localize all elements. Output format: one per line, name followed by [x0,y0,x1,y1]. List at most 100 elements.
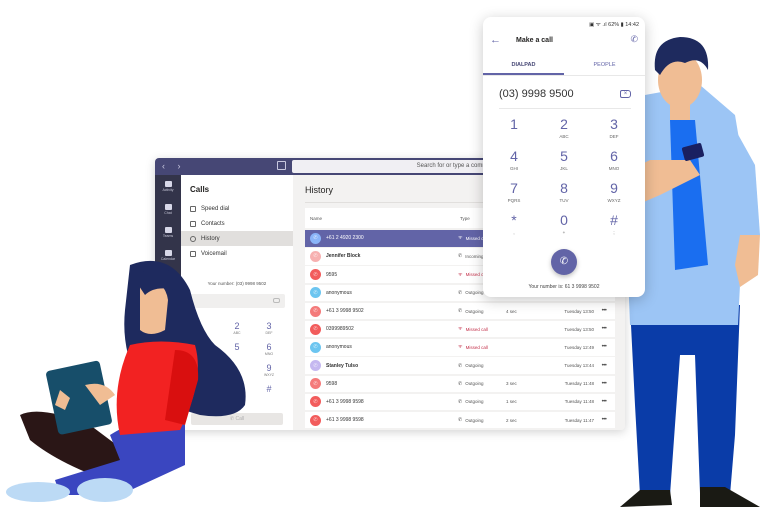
backspace-icon[interactable]: × [620,90,631,98]
stage: ‹ › Search for or type a command Activit… [0,0,768,515]
avatar: ✆ [310,232,321,244]
backspace-icon[interactable] [273,298,280,303]
mobile-app-window: ▣ ᯤ .ıl 62% ▮ 14:42 ← Make a call ✆ DIAL… [483,17,645,297]
key-digit: 7 [510,180,518,196]
dial-key[interactable]: 6 MNO [589,147,639,175]
call-time: Tuesday 11:48 [564,399,594,405]
avatar: ✆ [310,287,321,299]
call-park-icon[interactable]: ✆ [630,34,638,45]
key-letters: WXYZ [607,198,621,203]
dial-key[interactable]: 4 GHI [489,147,539,175]
compose-icon[interactable] [277,161,286,170]
call-time: Tuesday 11:48 [564,381,594,387]
calls-title: Calls [190,185,210,194]
more-options-icon[interactable]: ••• [594,344,614,350]
call-type: ✆ Outgoing [458,308,506,314]
caller-name: +61 3 9998 9598 [326,417,364,424]
phone-dialpad: 1 2 ABC 3 DEF 4 GHI 5 JKL 6 MNO 7 PQRS 8 TUV 9 WXYZ *, 0 + #… [489,115,639,239]
nav-speed-dial[interactable]: Speed dial [181,201,293,216]
status-bar: ▣ ᯤ .ıl 62% ▮ 14:42 [589,22,639,28]
table-row[interactable]: ✆ +61 3 9998 9598 ✆ Outgoing 1 sec Tuesday 11… [305,393,615,411]
rail-item-activity[interactable]: Activity [155,175,181,198]
key-digit: # [610,212,618,228]
tab-people[interactable]: PEOPLE [564,57,645,75]
avatar: ✆ [310,360,321,372]
call-type: ✆ Outgoing [458,399,506,405]
phone-icon: ✆ [559,256,569,267]
dial-key[interactable]: 0 + [539,211,589,239]
caller-name: +61 2 4920 2300 [326,235,364,242]
teams-icon [164,227,172,233]
table-row[interactable]: ✆ +61 3 9998 9502 ✆ Outgoing 4 sec Tuesday 13… [305,302,615,320]
rail-label: Teams [162,234,174,238]
key-digit: # [266,384,272,394]
call-direction-icon: ✆ [458,362,463,369]
dial-key[interactable]: 8 TUV [539,179,589,207]
key-letters: ; [613,230,615,235]
key-letters: + [562,230,566,235]
rail-item-chat[interactable]: Chat [155,198,181,221]
back-forward-arrows-icon[interactable]: ‹ › [162,161,186,171]
call-time: Tuesday 13:44 [564,363,594,369]
key-letters: TUV [559,198,569,203]
number-input[interactable]: (03) 9998 9500 [499,88,574,100]
avatar: ✆ [310,414,321,426]
more-options-icon[interactable]: ••• [594,417,614,423]
dial-key[interactable]: 5 JKL [539,147,589,175]
dial-key[interactable]: 2 ABC [539,115,589,143]
call-duration: 4 sec [506,308,517,314]
key-digit: 3 [266,321,272,331]
missed-call-icon: ᯤ [458,344,463,351]
table-row[interactable]: ✆ 9598 ✆ Outgoing 3 sec Tuesday 11:48 ••• [305,375,615,392]
dial-key[interactable]: 1 [489,115,539,143]
table-row[interactable]: ✆ anonymous ᯤ Missed call Tuesday 12:49 ••• [305,339,615,356]
key-letters: PQRS [507,198,521,203]
woman-illustration [6,260,246,502]
contacts-icon [190,220,196,227]
key-digit: 4 [510,148,518,164]
call-type-label: Missed call [465,344,488,350]
dial-key[interactable]: *, [489,211,539,239]
nav-contacts[interactable]: Contacts [181,216,293,231]
more-options-icon[interactable]: ••• [594,326,614,332]
call-type-label: Incoming [465,253,484,259]
nav-label: Contacts [201,220,225,227]
dial-key[interactable]: 9 WXYZ [589,179,639,207]
rail-item-teams[interactable]: Teams [155,221,181,244]
rail-label: Chat [164,211,172,215]
key-letters: JKL [560,166,568,171]
call-duration: 1 sec [506,399,517,405]
key-digit: 9 [266,363,272,373]
dial-key[interactable]: 3 DEF [589,115,639,143]
call-time: Tuesday 13:50 [564,326,594,332]
more-options-icon[interactable]: ••• [594,363,614,369]
column-type: Type [460,215,470,221]
call-button[interactable]: ✆ [551,249,577,275]
key-letters: ABC [559,134,569,139]
more-options-icon[interactable]: ••• [594,399,614,405]
tab-dialpad[interactable]: DIALPAD [483,57,564,75]
key-digit: 0 [560,212,568,228]
table-row[interactable]: ✆ +61 3 9998 9598 ✆ Outgoing 2 sec Tuesday 11… [305,411,615,429]
dial-key[interactable]: 7 PQRS [489,179,539,207]
column-name: Name [310,215,323,221]
nav-label: History [201,235,220,242]
call-direction-icon: ✆ [458,417,463,424]
chat-icon [164,204,172,210]
avatar: ✆ [310,323,321,335]
avatar: ✆ [310,378,321,390]
missed-call-icon: ᯤ [458,235,463,242]
more-options-icon[interactable]: ••• [594,381,614,387]
divider [499,108,631,109]
more-options-icon[interactable]: ••• [594,308,614,314]
dial-key[interactable]: #; [589,211,639,239]
back-arrow-icon[interactable]: ← [490,34,501,46]
table-row[interactable]: ✆ 0399989502 ᯤ Missed call Tuesday 13:50 ••• [305,320,615,338]
call-type: ✆ Outgoing [458,363,506,369]
caller-name: +61 3 9998 9598 [326,398,364,405]
key-letters: MNO [608,166,620,171]
table-row[interactable]: ✆ Stanley Tulso ✆ Outgoing Tuesday 13:44 ••• [305,357,615,374]
nav-history[interactable]: History [181,231,293,246]
avatar: ✆ [310,305,321,317]
caller-name: Jennifer Block [326,253,361,260]
